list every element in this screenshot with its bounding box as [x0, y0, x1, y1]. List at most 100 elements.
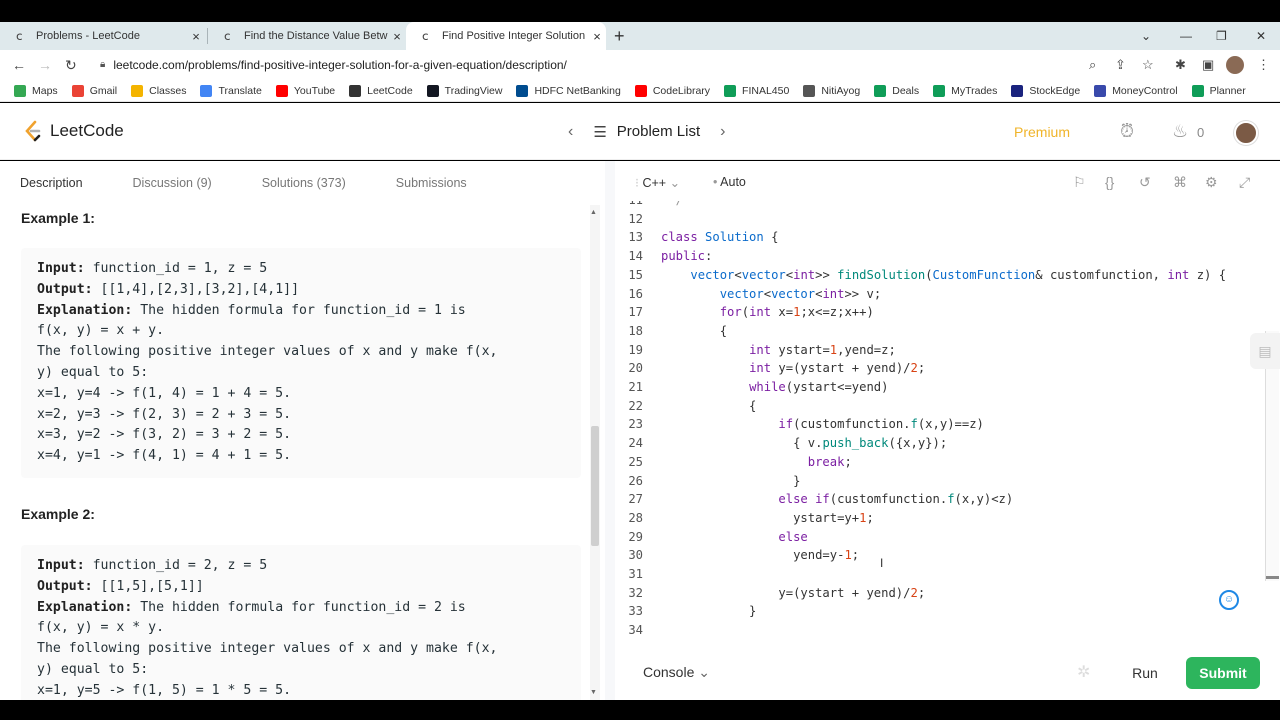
bookmark-item[interactable]: StockEdge [1011, 84, 1080, 97]
code-line[interactable]: 30 yend=y-1; [615, 548, 1265, 567]
console-toggle[interactable]: Console ⌄ [643, 664, 710, 681]
extensions-icon[interactable]: ✱ [1175, 58, 1186, 72]
bookmark-item[interactable]: LeetCode [349, 84, 413, 97]
reset-code-icon[interactable]: ↺ [1139, 174, 1151, 191]
bookmark-item[interactable]: HDFC NetBanking [516, 84, 621, 97]
code-line[interactable]: 14 public: [615, 249, 1265, 268]
code-line[interactable]: 33 } [615, 604, 1265, 623]
line-number: 16 [628, 286, 643, 301]
side-panel-icon[interactable]: ▣ [1202, 58, 1214, 72]
code-line[interactable]: 18 { [615, 324, 1265, 343]
code-line[interactable]: 19 int ystart=1,yend=z; [615, 343, 1265, 362]
fullscreen-icon[interactable]: ⤢ [1239, 174, 1250, 191]
tab-solutions[interactable]: Solutions (373) [262, 176, 346, 190]
bookmark-item[interactable]: Maps [14, 84, 58, 97]
leetcode-logo[interactable]: LeetCode [24, 120, 124, 142]
code-line[interactable]: 34 [615, 623, 1265, 642]
code-line[interactable]: 29 else [615, 530, 1265, 549]
bookmark-item[interactable]: Deals [874, 84, 919, 97]
bookmark-favicon-icon [803, 84, 816, 97]
format-braces-icon[interactable]: {} [1105, 174, 1114, 190]
code-editor[interactable]: 11 */1213class Solution {14public:15 vec… [615, 201, 1265, 646]
browser-profile-avatar[interactable] [1226, 56, 1244, 74]
user-avatar[interactable] [1234, 121, 1258, 145]
bookmark-favicon-icon [200, 84, 213, 97]
bookmark-favicon-icon [516, 84, 529, 97]
bookmark-item[interactable]: Planner [1191, 84, 1246, 97]
close-window-icon[interactable]: ✕ [1256, 22, 1266, 50]
submit-button[interactable]: Submit [1186, 657, 1260, 689]
code-line[interactable]: 21 while(ystart<=yend) [615, 380, 1265, 399]
zoom-icon[interactable]: ⌕ [1089, 58, 1096, 72]
code-line[interactable]: 12 [615, 212, 1265, 231]
editor-scroll-thumb[interactable] [1266, 576, 1279, 579]
scroll-up-icon[interactable]: ▲ [590, 209, 597, 216]
feedback-chat-icon[interactable]: ☺ [1219, 590, 1239, 610]
browser-menu-icon[interactable]: ⋮ [1257, 58, 1270, 72]
code-line[interactable]: 28 ystart=y+1; [615, 511, 1265, 530]
language-select[interactable]: ⁝ C++ ⌄ [635, 175, 680, 190]
bookmark-item[interactable]: FINAL450 [724, 84, 789, 97]
debug-icon[interactable]: ✲ [1077, 662, 1090, 682]
description-scroll-thumb[interactable] [591, 426, 599, 546]
browser-tab[interactable]: ⅽ Problems - LeetCode × [0, 22, 205, 50]
bookmark-item[interactable]: Classes [131, 84, 186, 97]
forward-icon[interactable]: → [38, 50, 52, 80]
code-line[interactable]: 20 int y=(ystart + yend)/2; [615, 361, 1265, 380]
panel-divider[interactable] [605, 161, 615, 700]
timer-icon[interactable]: ⏰︎ [1120, 121, 1134, 142]
code-line[interactable]: 22 { [615, 399, 1265, 418]
minimize-icon[interactable]: — [1180, 22, 1192, 50]
bookmark-item[interactable]: MyTrades [933, 84, 997, 97]
bookmark-icon[interactable]: ⚐ [1073, 174, 1086, 191]
streak-fire-icon[interactable]: ♨︎ [1172, 121, 1188, 142]
tab-description[interactable]: Description [20, 176, 83, 190]
tab-search-icon[interactable]: ⌄ [1141, 22, 1151, 50]
code-line[interactable]: 27 else if(customfunction.f(x,y)<z) [615, 492, 1265, 511]
notes-file-icon[interactable]: ▤ [1250, 333, 1280, 369]
code-line[interactable]: 24 { v.push_back({x,y}); [615, 436, 1265, 455]
bookmark-item[interactable]: TradingView [426, 84, 502, 97]
close-tab-icon[interactable]: × [388, 29, 406, 44]
code-line[interactable]: 11 */ [615, 201, 1265, 212]
tab-submissions[interactable]: Submissions [396, 176, 467, 190]
close-tab-icon[interactable]: × [588, 29, 606, 44]
url-field[interactable]: 🔒︎ leetcode.com/problems/find-positive-i… [100, 50, 567, 80]
bookmark-item[interactable]: CodeLibrary [634, 84, 710, 97]
bookmark-item[interactable]: YouTube [275, 84, 335, 97]
problem-list-link[interactable]: Problem List [617, 123, 700, 140]
bookmark-item[interactable]: Translate [200, 84, 262, 97]
settings-gear-icon[interactable]: ⚙ [1205, 174, 1218, 191]
code-line[interactable]: 25 break; [615, 455, 1265, 474]
reload-icon[interactable]: ↻ [65, 50, 77, 80]
new-tab-icon[interactable]: + [614, 22, 625, 50]
restore-icon[interactable]: ❐ [1216, 22, 1227, 50]
code-line[interactable]: 31 [615, 567, 1265, 586]
code-line[interactable]: 32 y=(ystart + yend)/2; [615, 586, 1265, 605]
close-tab-icon[interactable]: × [187, 29, 205, 44]
next-problem-icon[interactable]: › [720, 123, 725, 141]
code-line[interactable]: 15 vector<vector<int>> findSolution(Cust… [615, 268, 1265, 287]
code-line[interactable]: 17 for(int x=1;x<=z;x++) [615, 305, 1265, 324]
tab-discussion[interactable]: Discussion (9) [133, 176, 212, 190]
browser-tab-active[interactable]: ⅽ Find Positive Integer Solution fo × [406, 22, 606, 50]
premium-link[interactable]: Premium [1014, 124, 1070, 140]
code-line[interactable]: 26 } [615, 474, 1265, 493]
code-line[interactable]: 23 if(customfunction.f(x,y)==z) [615, 417, 1265, 436]
bookmark-item[interactable]: MoneyControl [1094, 84, 1178, 97]
bookmark-item[interactable]: NitiAyog [803, 84, 860, 97]
scroll-down-icon[interactable]: ▼ [590, 689, 597, 696]
browser-tab[interactable]: ⅽ Find the Distance Value Between × [208, 22, 406, 50]
bookmark-star-icon[interactable]: ☆ [1142, 58, 1154, 72]
run-button[interactable]: Run [1125, 657, 1165, 689]
autocomplete-mode[interactable]: • Auto [713, 175, 746, 189]
bookmark-item[interactable]: Gmail [71, 84, 117, 97]
code-line[interactable]: 16 vector<vector<int>> v; [615, 287, 1265, 306]
line-number: 23 [628, 417, 643, 432]
shortcuts-icon[interactable]: ⌘ [1173, 174, 1187, 191]
code-line[interactable]: 13 class Solution { [615, 230, 1265, 249]
share-icon[interactable]: ⇪ [1115, 58, 1126, 72]
list-menu-icon[interactable]: ☰ [593, 123, 606, 141]
previous-problem-icon[interactable]: ‹ [568, 123, 573, 141]
back-icon[interactable]: ← [12, 50, 26, 80]
